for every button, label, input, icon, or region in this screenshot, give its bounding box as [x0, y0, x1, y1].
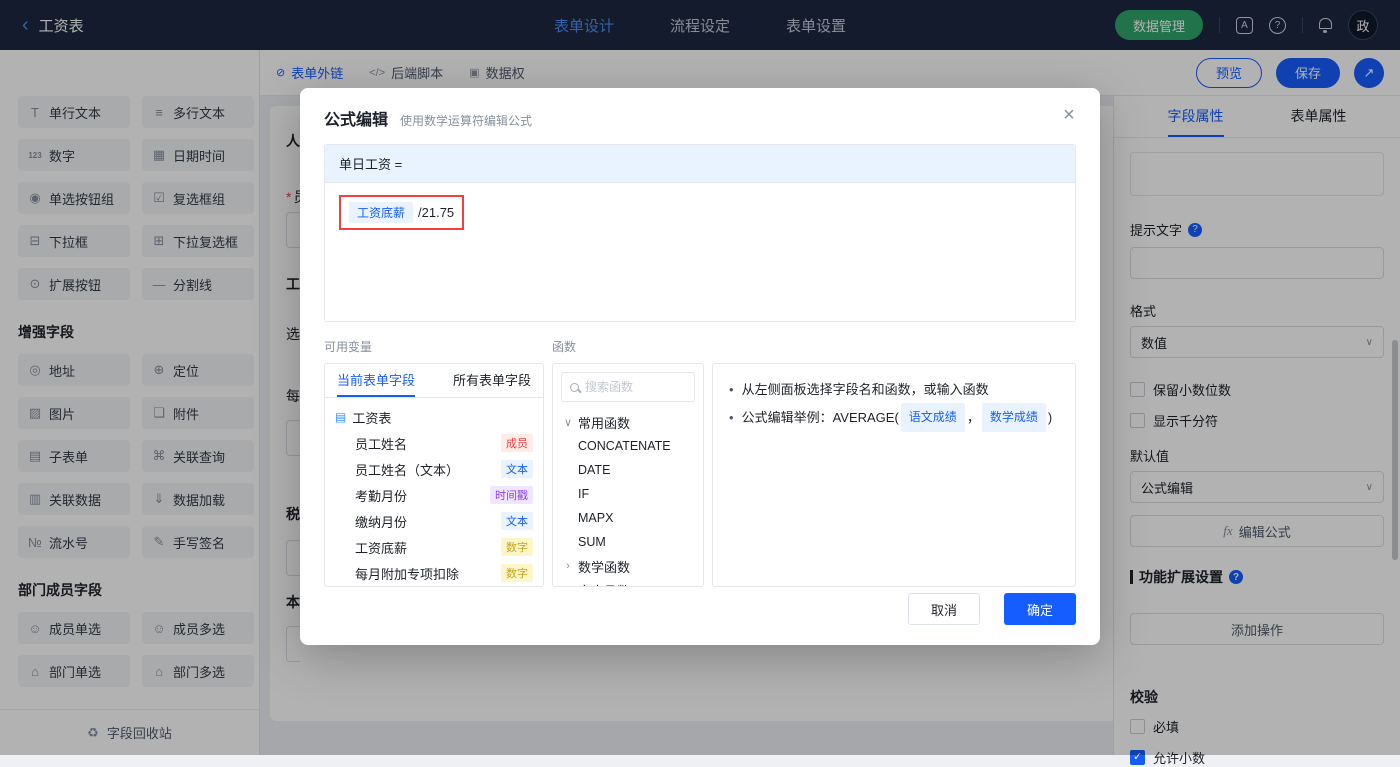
functions-label: 函数 [552, 340, 577, 354]
bullet-icon: • [729, 410, 734, 426]
confirm-button[interactable]: 确定 [1004, 593, 1076, 625]
variables-label: 可用变量 [324, 340, 373, 354]
variables-tabs: 当前表单字段 所有表单字段 [325, 364, 543, 398]
chevron-right-icon: › [563, 584, 573, 586]
formula-expression: /21.75 [418, 205, 455, 220]
variables-tree: ▤ 工资表 员工姓名 成员 员工姓名（文本） 文本 考勤月份 时间戳 缴纳月份 文本 工… [325, 398, 543, 586]
formula-editor: 单日工资 = 工资底薪 /21.75 [324, 144, 1076, 322]
function-group-common[interactable]: ∨ 常用函数 [563, 410, 693, 434]
cancel-button[interactable]: 取消 [908, 593, 980, 625]
modal-title: 公式编辑 [324, 112, 389, 129]
help-line: • 从左侧面板选择字段名和函数，或输入函数 [729, 376, 1059, 403]
field-type-tag: 数字 [501, 564, 533, 582]
modal-subtitle: 使用数学运算符编辑公式 [400, 114, 533, 128]
variables-panel: 当前表单字段 所有表单字段 ▤ 工资表 员工姓名 成员 员工姓名（文本） 文本 考勤… [324, 363, 544, 587]
field-row[interactable]: 员工姓名 成员 [335, 430, 533, 456]
panel-labels: 可用变量 函数 [324, 338, 1076, 355]
search-icon [570, 382, 579, 392]
tab-current-form-fields[interactable]: 当前表单字段 [337, 364, 416, 397]
function-item[interactable]: CONCATENATE [563, 434, 693, 458]
close-icon[interactable]: × [1056, 102, 1082, 128]
function-group-text[interactable]: › 文本函数 [563, 578, 693, 587]
field-type-tag: 时间戳 [490, 486, 533, 504]
functions-tree: ∨ 常用函数 CONCATENATE DATE IF MAPX SUM › 数学… [553, 410, 703, 587]
field-row[interactable]: 每月附加专项扣除 数字 [335, 560, 533, 586]
example-field-token: 语文成绩 [900, 403, 965, 433]
field-row[interactable]: 考勤月份 时间戳 [335, 482, 533, 508]
field-type-tag: 文本 [501, 512, 533, 530]
formula-input-area[interactable]: 工资底薪 /21.75 [325, 183, 1075, 321]
modal-panels: 当前表单字段 所有表单字段 ▤ 工资表 员工姓名 成员 员工姓名（文本） 文本 考勤… [324, 363, 1076, 587]
field-row[interactable]: 员工姓名（文本） 文本 [335, 456, 533, 482]
help-panel: • 从左侧面板选择字段名和函数，或输入函数 • 公式编辑举例：AVERAGE( … [712, 363, 1076, 587]
field-row[interactable]: 工资底薪 数字 [335, 534, 533, 560]
document-icon: ▤ [335, 410, 347, 424]
function-item[interactable]: IF [563, 482, 693, 506]
field-token[interactable]: 工资底薪 [349, 202, 414, 223]
bullet-icon: • [729, 382, 734, 397]
function-group-math[interactable]: › 数学函数 [563, 554, 693, 578]
formula-highlight-annotation: 工资底薪 /21.75 [339, 195, 465, 230]
field-type-tag: 数字 [501, 538, 533, 556]
formula-target: 单日工资 = [325, 145, 1075, 183]
tab-all-form-fields[interactable]: 所有表单字段 [453, 364, 531, 397]
function-item[interactable]: SUM [563, 530, 693, 554]
modal-footer: 取消 确定 [908, 593, 1076, 625]
chevron-down-icon: ∨ [563, 416, 573, 429]
function-search-input[interactable] [585, 380, 686, 394]
tree-root[interactable]: ▤ 工资表 [335, 404, 533, 430]
functions-panel: ∨ 常用函数 CONCATENATE DATE IF MAPX SUM › 数学… [552, 363, 704, 587]
modal-header: 公式编辑 使用数学运算符编辑公式 [300, 88, 1100, 130]
function-search [561, 372, 695, 402]
field-type-tag: 文本 [501, 460, 533, 478]
formula-edit-modal: 公式编辑 使用数学运算符编辑公式 × 单日工资 = 工资底薪 /21.75 可用… [300, 88, 1100, 645]
help-line-example: • 公式编辑举例：AVERAGE( 语文成绩 ， 数学成绩 ) [729, 403, 1059, 433]
example-field-token: 数学成绩 [981, 403, 1046, 433]
function-item[interactable]: MAPX [563, 506, 693, 530]
function-item[interactable]: DATE [563, 458, 693, 482]
chevron-right-icon: › [566, 560, 570, 572]
field-row[interactable]: 缴纳月份 文本 [335, 508, 533, 534]
field-type-tag: 成员 [501, 434, 533, 452]
